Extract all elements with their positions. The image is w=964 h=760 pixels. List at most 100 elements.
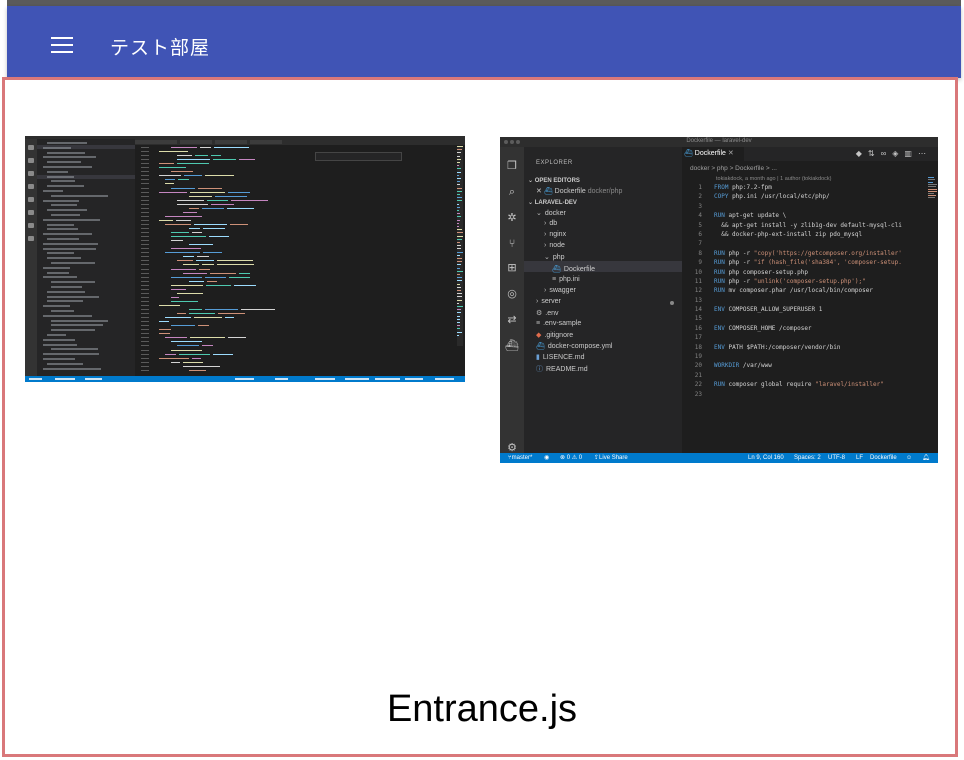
hamburger-menu-icon[interactable]	[51, 37, 73, 53]
minimap-line	[457, 152, 461, 154]
project-section[interactable]: ⌄ LARAVEL-DEV	[528, 199, 577, 206]
minimap-line	[457, 245, 462, 247]
file-tree-item[interactable]: › node	[544, 242, 565, 249]
file-tree-item[interactable]: ◆ .gitignore	[536, 331, 573, 339]
status-eol[interactable]: LF	[856, 453, 863, 463]
code-text	[216, 260, 253, 262]
editor-action-icons[interactable]: ◆⇅∞◈▥⋯	[856, 149, 932, 158]
code-text	[191, 232, 202, 234]
code-text	[171, 284, 204, 286]
bell-icon[interactable]: 🔔︎	[922, 453, 930, 463]
file-tree-item	[47, 151, 86, 154]
line-number	[141, 215, 149, 217]
file-tree-item[interactable]: ⛴ Dockerfile	[552, 265, 595, 273]
minimap-line	[457, 162, 461, 163]
file-tree-item	[43, 353, 100, 356]
code-editor[interactable]: docker > php > Dockerfile > ... tokiakdo…	[682, 161, 938, 453]
status-branch[interactable]: ⑂ master*	[508, 453, 532, 463]
minimap-line	[457, 178, 462, 179]
file-tree-label: .env	[545, 309, 559, 317]
open-editors-section[interactable]: ⌄ OPEN EDITORS	[528, 177, 580, 184]
minimap-line	[457, 242, 460, 243]
file-tree-item	[47, 300, 83, 303]
line-number	[141, 337, 149, 339]
file-tree-item	[51, 310, 75, 312]
line-number	[141, 155, 149, 157]
code-line: 2 COPY php.ini /usr/local/etc/php/	[682, 192, 938, 201]
file-tree-item	[51, 180, 76, 183]
status-problems[interactable]: ⊗ 0 ⚠ 0	[560, 453, 582, 463]
file-tree-item	[51, 262, 96, 264]
file-tree-item[interactable]: ▮ LISENCE.md	[536, 353, 584, 361]
code-text	[229, 276, 251, 278]
code-line: 11 RUN php -r "unlink('composer-setup.php…	[682, 277, 938, 286]
status-spaces[interactable]: Spaces: 2	[794, 453, 821, 463]
file-tree-label: docker-compose.yml	[547, 343, 613, 351]
status-position[interactable]: Ln 9, Col 160	[748, 453, 784, 463]
code-text	[177, 159, 211, 161]
code-keyword: ENV	[714, 343, 725, 351]
file-tree-item	[43, 305, 71, 308]
line-number	[141, 195, 149, 197]
code-text	[176, 163, 209, 165]
file-tree-item	[47, 228, 79, 231]
line-number	[141, 264, 149, 266]
code-text: PATH $PATH:/composer/vendor/bin	[724, 343, 841, 351]
open-editor-item[interactable]: ✕ ⛴ Dockerfile docker/php	[536, 187, 622, 195]
feedback-icon[interactable]: ☺	[906, 453, 912, 463]
line-number	[141, 345, 149, 347]
file-tree-item[interactable]: ⓘ README.md	[536, 364, 588, 374]
code-text	[182, 361, 204, 363]
file-tree-item[interactable]: › db	[544, 220, 557, 227]
status-encoding[interactable]: UTF-8	[828, 453, 845, 463]
app-bar: テスト部屋	[7, 6, 961, 78]
code-text	[202, 252, 223, 254]
line-number: 2	[698, 193, 702, 201]
screenshot-thumbnail-left[interactable]	[25, 136, 465, 382]
file-tree-item[interactable]: › server	[536, 298, 561, 305]
line-number	[141, 219, 149, 221]
line-number	[141, 151, 149, 153]
status-live-share[interactable]: ⇪ Live Share	[594, 453, 628, 463]
line-number	[141, 199, 149, 201]
code-text	[210, 203, 234, 205]
line-number	[141, 284, 149, 286]
file-tree-item[interactable]: ⚙ .env	[536, 309, 559, 317]
file-tree-item	[43, 190, 63, 192]
extensions-icon: ⊞	[507, 262, 517, 274]
status-item	[275, 378, 289, 380]
file-tree-item[interactable]: › swagger	[544, 287, 576, 294]
minimap-line	[457, 149, 463, 151]
file-tree-item[interactable]: ⛴ docker-compose.yml	[536, 342, 612, 350]
file-tree-item	[43, 338, 76, 341]
status-sync-icon[interactable]: ◉	[544, 453, 549, 463]
code-text	[194, 155, 208, 157]
line-number	[141, 300, 149, 302]
code-text	[183, 256, 194, 258]
file-tree-item[interactable]: › nginx	[544, 231, 566, 238]
tab-dockerfile[interactable]: ⛴ Dockerfile ✕	[682, 147, 744, 161]
screenshot-thumbnail-right[interactable]: Dockerfile — laravel-dev ❐ ⌕ ✲ ⑂ ⊞ ◎ ⇄ ⛴…	[500, 137, 938, 463]
minimap-line	[457, 190, 463, 192]
status-bar	[25, 376, 465, 382]
selected-row-highlight	[524, 261, 682, 272]
line-number: 13	[694, 296, 702, 304]
file-tree-item[interactable]: ≡ php.ini	[552, 276, 580, 283]
minimap-line	[457, 210, 460, 211]
file-tree-item[interactable]: ≡ .env-sample	[536, 320, 581, 327]
file-tree-item[interactable]: ⌄ php	[544, 253, 565, 261]
code-text	[159, 357, 189, 359]
status-language[interactable]: Dockerfile	[870, 453, 897, 463]
line-number	[141, 333, 149, 335]
file-tree-item[interactable]: ⌄ docker	[536, 209, 566, 217]
minimap-line	[457, 261, 463, 263]
code-text	[159, 329, 172, 331]
line-number	[141, 252, 149, 254]
minimap-line	[457, 238, 462, 240]
file-tree-item	[47, 161, 82, 164]
code-text: composer global require "laravel/install…	[724, 381, 884, 389]
file-tree-item	[43, 358, 76, 360]
live-share-icon: ⇄	[507, 314, 517, 326]
find-widget	[315, 152, 402, 161]
minimap-line	[457, 334, 460, 336]
